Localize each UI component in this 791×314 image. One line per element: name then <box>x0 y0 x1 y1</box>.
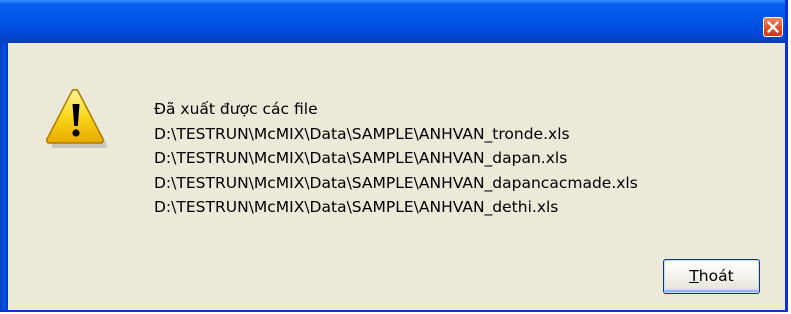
close-button[interactable] <box>763 17 783 37</box>
message-text: Đã xuất được các file D:\TESTRUN\McMIX\D… <box>154 97 638 220</box>
file-path-line: D:\TESTRUN\McMIX\Data\SAMPLE\ANHVAN_dapa… <box>154 173 638 192</box>
message-dialog: Đã xuất được các file D:\TESTRUN\McMIX\D… <box>0 0 788 312</box>
file-path-line: D:\TESTRUN\McMIX\Data\SAMPLE\ANHVAN_tron… <box>154 124 570 143</box>
exit-button[interactable]: Thoát <box>663 259 760 294</box>
dialog-body: Đã xuất được các file D:\TESTRUN\McMIX\D… <box>8 43 785 310</box>
warning-icon <box>46 88 108 148</box>
window-left-border <box>0 43 8 310</box>
title-bar[interactable] <box>0 0 785 43</box>
file-path-line: D:\TESTRUN\McMIX\Data\SAMPLE\ANHVAN_dapa… <box>154 149 568 167</box>
exit-button-label: hoát <box>698 267 734 285</box>
message-line: Đã xuất được các file <box>154 100 318 118</box>
close-icon <box>767 21 779 33</box>
exit-button-mnemonic: T <box>689 267 699 285</box>
file-path-line: D:\TESTRUN\McMIX\Data\SAMPLE\ANHVAN_deth… <box>154 198 559 216</box>
